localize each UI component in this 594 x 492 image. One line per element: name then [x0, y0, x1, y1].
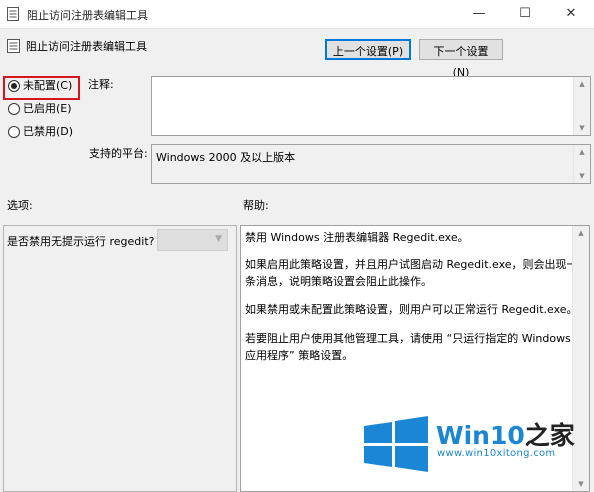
- help-paragraph: 若要阻止用户使用其他管理工具，请使用 “只运行指定的 Windows 应用程序”…: [245, 332, 571, 362]
- title-bar: 阻止访问注册表编辑工具 — ☐ ✕: [0, 0, 594, 29]
- radio-icon: [8, 126, 20, 138]
- platform-box: Windows 2000 及以上版本 ▲ ▼: [151, 144, 591, 184]
- radio-icon: [8, 103, 20, 115]
- watermark-url: www.win10xitong.com: [437, 448, 556, 459]
- radio-label: 已启用(E): [23, 102, 72, 115]
- previous-setting-button[interactable]: 上一个设置(P): [325, 39, 411, 60]
- platform-label: 支持的平台:: [89, 147, 148, 160]
- option-dropdown[interactable]: ▼: [157, 229, 228, 251]
- next-setting-button[interactable]: 下一个设置(N): [419, 39, 503, 79]
- help-paragraph: 禁用 Windows 注册表编辑器 Regedit.exe。: [245, 231, 469, 244]
- policy-title: 阻止访问注册表编辑工具: [26, 40, 147, 53]
- watermark-brand: Win10之家: [436, 416, 575, 452]
- scroll-down-icon[interactable]: ▼: [573, 477, 589, 491]
- comment-label: 注释:: [88, 78, 114, 91]
- policy-setting-icon: [7, 39, 20, 53]
- scroll-up-icon[interactable]: ▲: [573, 226, 589, 240]
- option-silent-regedit-label: 是否禁用无提示运行 regedit?: [7, 235, 155, 248]
- options-pane: [3, 225, 237, 492]
- scroll-up-icon[interactable]: ▲: [574, 145, 590, 159]
- maximize-icon: ☐: [519, 6, 531, 21]
- scroll-up-icon[interactable]: ▲: [574, 77, 590, 91]
- comment-textbox[interactable]: ▲ ▼: [151, 76, 591, 136]
- options-label: 选项:: [7, 199, 33, 212]
- radio-not-configured[interactable]: 未配置(C): [8, 77, 72, 95]
- policy-app-icon: [7, 7, 19, 21]
- minimize-button[interactable]: —: [456, 0, 502, 28]
- minimize-icon: —: [472, 6, 486, 21]
- chevron-down-icon: ▼: [215, 234, 222, 244]
- radio-label: 已禁用(D): [23, 125, 74, 138]
- scroll-down-icon[interactable]: ▼: [574, 169, 590, 183]
- radio-label: 未配置(C): [23, 79, 73, 92]
- watermark-brand-main: Win10: [436, 421, 525, 450]
- help-label: 帮助:: [243, 199, 269, 212]
- radio-disabled[interactable]: 已禁用(D): [8, 123, 73, 141]
- comment-scrollbar[interactable]: ▲ ▼: [573, 77, 590, 135]
- maximize-button[interactable]: ☐: [502, 0, 548, 28]
- window-title: 阻止访问注册表编辑工具: [27, 9, 148, 22]
- help-paragraph: 如果启用此策略设置，并且用户试图启动 Regedit.exe，则会出现一条消息，…: [245, 258, 578, 288]
- close-button[interactable]: ✕: [548, 0, 594, 28]
- radio-enabled[interactable]: 已启用(E): [8, 100, 72, 118]
- watermark-brand-suffix: 之家: [524, 421, 575, 450]
- scroll-down-icon[interactable]: ▼: [574, 121, 590, 135]
- help-paragraph: 如果禁用或未配置此策略设置，则用户可以正常运行 Regedit.exe。: [245, 303, 578, 316]
- radio-selected-icon: [8, 80, 20, 92]
- platform-value: Windows 2000 及以上版本: [156, 151, 296, 164]
- close-icon: ✕: [565, 6, 577, 21]
- platform-scrollbar[interactable]: ▲ ▼: [573, 145, 590, 183]
- windows-logo-icon: [364, 416, 428, 472]
